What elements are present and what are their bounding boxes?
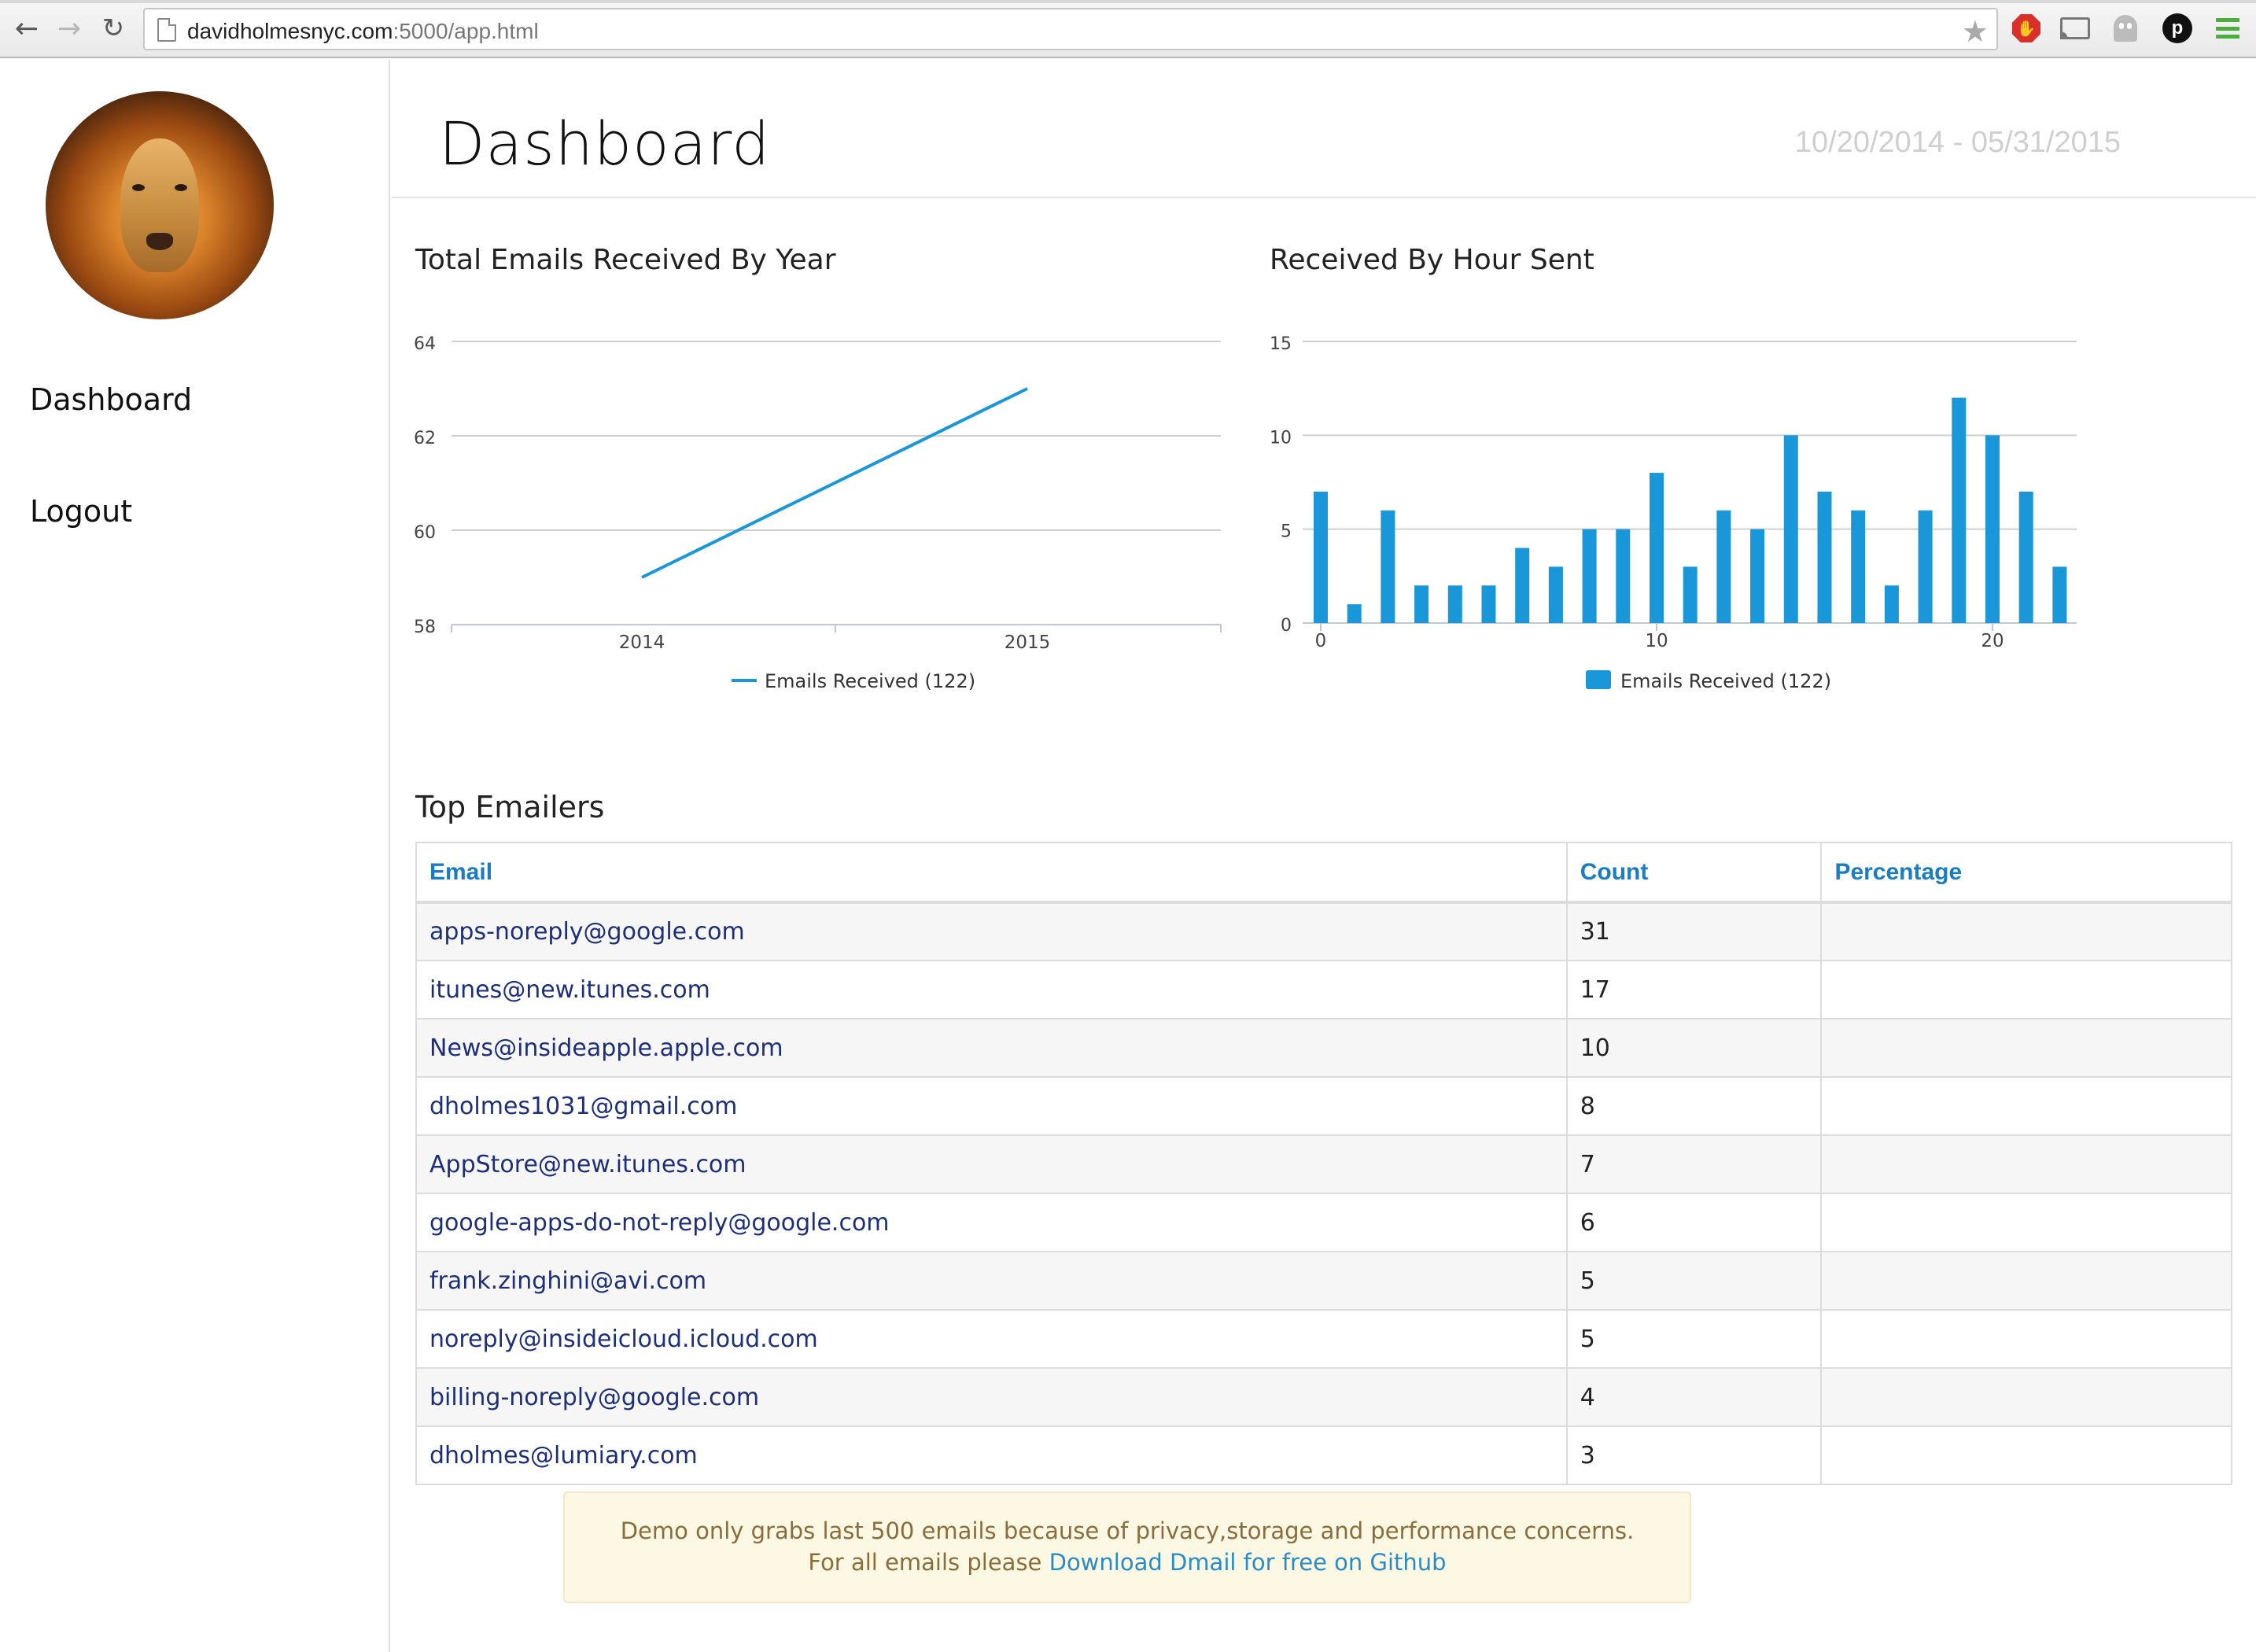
bar	[1783, 435, 1798, 623]
legend-label: Emails Received (122)	[1620, 670, 1831, 692]
column-header-percentage[interactable]: Percentage	[1820, 842, 2232, 904]
bar	[2018, 491, 2033, 623]
top-emailers-table: Email Count Percentage apps-noreply@goog…	[415, 842, 2232, 1485]
github-download-link[interactable]: Download Dmail for free on Github	[1049, 1549, 1447, 1576]
notice-line-1: Demo only grabs last 500 emails because …	[620, 1517, 1635, 1544]
cell-percentage	[1820, 1425, 2232, 1485]
cell-email[interactable]: AppStore@new.itunes.com	[415, 1134, 1568, 1194]
table-row: dholmes@lumiary.com 3	[415, 1425, 2232, 1485]
bar	[1481, 585, 1496, 623]
bar	[1952, 397, 1967, 623]
x-tick-label: 10	[1645, 631, 1668, 651]
cell-email[interactable]: google-apps-do-not-reply@google.com	[415, 1193, 1568, 1252]
x-tick-label: 0	[1315, 631, 1327, 651]
bar	[1381, 510, 1395, 623]
cell-count: 5	[1565, 1251, 1823, 1311]
cell-percentage	[1820, 1367, 2232, 1427]
cell-email[interactable]: apps-noreply@google.com	[415, 902, 1568, 961]
notice-line-2: For all emails please Download Dmail for…	[565, 1547, 1690, 1578]
bar	[1918, 510, 1933, 623]
cell-percentage	[1820, 1134, 2232, 1194]
table-row: itunes@new.itunes.com 17	[415, 960, 2232, 1020]
column-header-count[interactable]: Count	[1565, 842, 1823, 904]
legend-swatch	[1586, 670, 1611, 689]
demo-notice: Demo only grabs last 500 emails because …	[563, 1492, 1691, 1603]
cell-count: 5	[1565, 1309, 1823, 1369]
table-row: google-apps-do-not-reply@google.com 6	[415, 1193, 2232, 1252]
bar	[1683, 566, 1698, 623]
table-row: AppStore@new.itunes.com 7	[415, 1134, 2232, 1194]
table-row: noreply@insideicloud.icloud.com 5	[415, 1309, 2232, 1369]
bar	[1548, 566, 1563, 623]
bar	[1447, 585, 1462, 623]
bar	[1817, 491, 1832, 623]
cell-percentage	[1820, 1309, 2232, 1369]
table-row: billing-noreply@google.com 4	[415, 1367, 2232, 1427]
top-emailers-title: Top Emailers	[415, 790, 605, 824]
y-tick-label: 10	[1270, 428, 1292, 448]
cell-count: 7	[1565, 1134, 1823, 1194]
cell-count: 3	[1565, 1425, 1823, 1485]
bar	[1716, 510, 1731, 623]
cell-percentage	[1820, 1251, 2232, 1311]
cell-email[interactable]: itunes@new.itunes.com	[415, 960, 1568, 1020]
bar	[1515, 548, 1530, 623]
cell-email[interactable]: dholmes1031@gmail.com	[415, 1076, 1568, 1136]
table-row: dholmes1031@gmail.com 8	[415, 1076, 2232, 1136]
cell-email[interactable]: billing-noreply@google.com	[415, 1367, 1568, 1427]
bar	[1314, 491, 1328, 623]
bar	[1985, 435, 2000, 623]
y-tick-label: 5	[1281, 522, 1292, 542]
cell-count: 4	[1565, 1367, 1823, 1427]
notice-prefix: For all emails please	[808, 1549, 1049, 1576]
bar	[1414, 585, 1429, 623]
cell-percentage	[1820, 1076, 2232, 1136]
bar	[1347, 604, 1362, 623]
cell-percentage	[1820, 902, 2232, 961]
cell-percentage	[1820, 1193, 2232, 1252]
cell-percentage	[1820, 1018, 2232, 1078]
cell-email[interactable]: frank.zinghini@avi.com	[415, 1251, 1568, 1311]
y-tick-label: 0	[1281, 616, 1292, 636]
cell-count: 17	[1565, 960, 1823, 1020]
column-header-email[interactable]: Email	[415, 842, 1568, 904]
cell-count: 10	[1565, 1018, 1823, 1078]
x-tick-label: 20	[1981, 631, 2003, 651]
bar	[2052, 566, 2067, 623]
table-row: apps-noreply@google.com 31	[415, 902, 2232, 961]
bar	[1650, 473, 1664, 623]
cell-count: 8	[1565, 1076, 1823, 1136]
bar	[1750, 529, 1765, 623]
bar	[1582, 529, 1597, 623]
cell-count: 6	[1565, 1193, 1823, 1252]
y-tick-label: 15	[1270, 334, 1292, 354]
table-header-row: Email Count Percentage	[415, 842, 2232, 904]
table-row: News@insideapple.apple.com 10	[415, 1018, 2232, 1078]
bar	[1616, 529, 1631, 623]
cell-count: 31	[1565, 902, 1823, 961]
bar	[1851, 510, 1866, 623]
table-row: frank.zinghini@avi.com 5	[415, 1251, 2232, 1311]
bar	[1884, 585, 1899, 623]
cell-percentage	[1820, 960, 2232, 1020]
cell-email[interactable]: News@insideapple.apple.com	[415, 1018, 1568, 1078]
cell-email[interactable]: dholmes@lumiary.com	[415, 1425, 1568, 1485]
cell-email[interactable]: noreply@insideicloud.icloud.com	[415, 1309, 1568, 1369]
